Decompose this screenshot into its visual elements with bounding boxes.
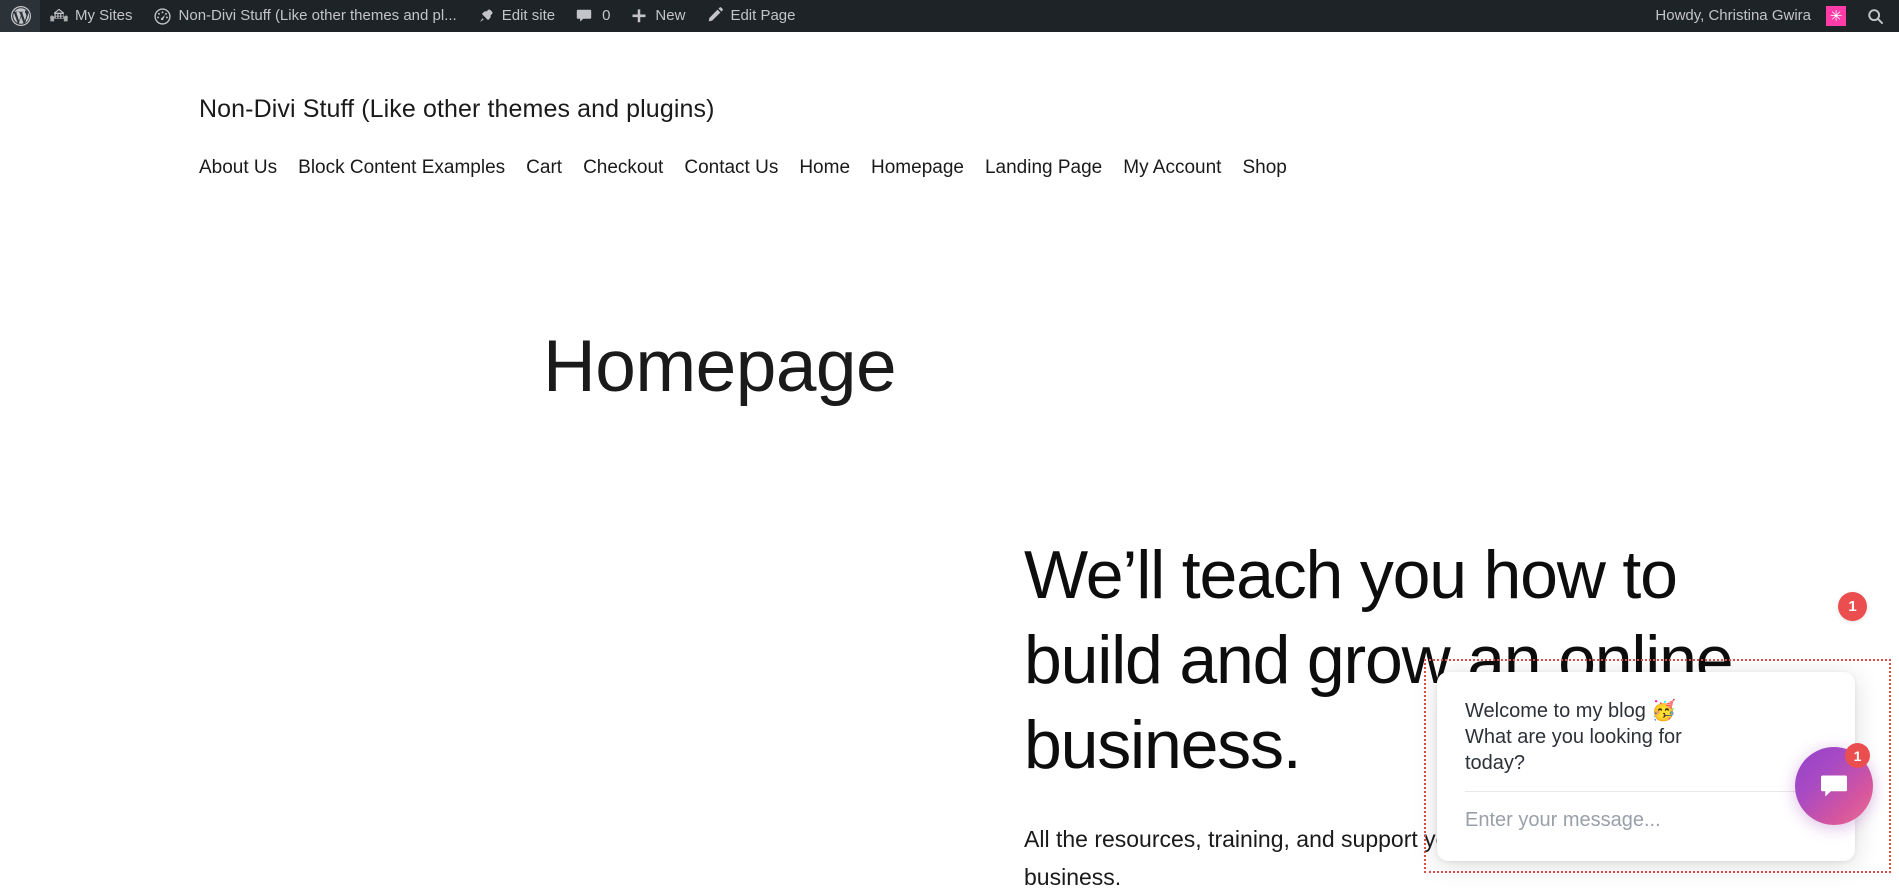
nav-item-landing-page[interactable]: Landing Page bbox=[985, 157, 1123, 179]
admin-bar-edit-site[interactable]: Edit site bbox=[467, 0, 565, 32]
admin-bar-search[interactable] bbox=[1856, 0, 1899, 32]
nav-item-cart[interactable]: Cart bbox=[526, 157, 583, 179]
chat-message-input[interactable] bbox=[1465, 809, 1815, 832]
admin-bar-my-sites[interactable]: My Sites bbox=[40, 0, 143, 32]
admin-bar-my-account[interactable]: Howdy, Christina Gwira ✳ bbox=[1645, 0, 1856, 32]
admin-bar-edit-page-label: Edit Page bbox=[730, 7, 796, 24]
wordpress-logo-icon bbox=[11, 6, 31, 26]
admin-bar-site-name[interactable]: Non-Divi Stuff (Like other themes and pl… bbox=[143, 0, 467, 32]
admin-bar-wp-logo[interactable] bbox=[0, 0, 40, 32]
nav-item-shop[interactable]: Shop bbox=[1242, 157, 1307, 179]
wp-admin-bar: My Sites Non-Divi Stuff (Like other them… bbox=[0, 0, 1899, 32]
nav-item-homepage[interactable]: Homepage bbox=[871, 157, 985, 179]
admin-bar-my-sites-label: My Sites bbox=[75, 7, 133, 24]
plus-icon bbox=[630, 7, 648, 25]
nav-item-block-content-examples[interactable]: Block Content Examples bbox=[298, 157, 526, 179]
admin-bar-comments-count: 0 bbox=[602, 7, 611, 24]
admin-bar-comments[interactable]: 0 bbox=[565, 0, 620, 32]
chat-bubble-icon bbox=[1817, 769, 1851, 803]
nav-item-home[interactable]: Home bbox=[799, 157, 871, 179]
site-title[interactable]: Non-Divi Stuff (Like other themes and pl… bbox=[199, 95, 715, 124]
my-sites-buildings-icon bbox=[50, 7, 68, 25]
admin-bar-site-name-label: Non-Divi Stuff (Like other themes and pl… bbox=[178, 7, 457, 24]
comment-bubble-icon bbox=[575, 7, 593, 25]
admin-bar-edit-page[interactable]: Edit Page bbox=[695, 0, 805, 32]
pencil-icon bbox=[705, 7, 724, 25]
nav-item-about-us[interactable]: About Us bbox=[199, 157, 298, 179]
admin-bar-edit-site-label: Edit site bbox=[501, 7, 556, 24]
chat-divider bbox=[1465, 791, 1827, 792]
chat-launcher-badge: 1 bbox=[1845, 743, 1870, 768]
nav-item-contact-us[interactable]: Contact Us bbox=[684, 157, 799, 179]
admin-bar-new[interactable]: New bbox=[620, 0, 695, 32]
page-title: Homepage bbox=[543, 326, 897, 407]
pushpin-icon bbox=[477, 7, 495, 25]
nav-item-checkout[interactable]: Checkout bbox=[583, 157, 684, 179]
main-navigation: About Us Block Content Examples Cart Che… bbox=[199, 157, 1308, 179]
chat-notification-badge: 1 bbox=[1838, 592, 1867, 621]
avatar: ✳ bbox=[1826, 6, 1846, 26]
avatar-glyph: ✳ bbox=[1829, 7, 1843, 25]
dashboard-gauge-icon bbox=[153, 7, 172, 26]
chat-greeting-message: Welcome to my blog 🥳 What are you lookin… bbox=[1465, 700, 1682, 774]
search-magnifier-icon bbox=[1866, 7, 1885, 26]
chat-panel: Welcome to my blog 🥳 What are you lookin… bbox=[1437, 672, 1855, 861]
admin-bar-howdy-label: Howdy, Christina Gwira bbox=[1655, 7, 1811, 24]
admin-bar-new-label: New bbox=[655, 7, 686, 24]
nav-item-my-account[interactable]: My Account bbox=[1123, 157, 1242, 179]
